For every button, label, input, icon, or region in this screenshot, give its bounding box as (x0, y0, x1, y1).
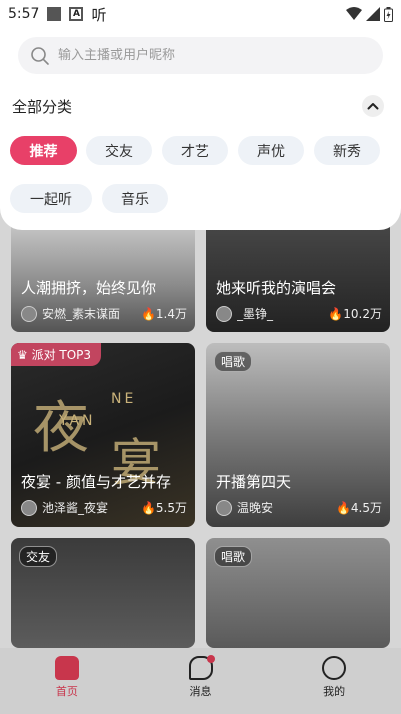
host-name: 池泽酱_夜宴 (42, 501, 109, 515)
host-name: 安燃_素末谋面 (42, 307, 121, 321)
avatar (216, 499, 232, 516)
unread-badge (206, 655, 215, 663)
avatar (21, 305, 37, 322)
card-meta: 池泽酱_夜宴 🔥5.5万 (21, 499, 187, 516)
status-right-icons (346, 6, 393, 22)
category-chip-friends[interactable]: 交友 (86, 136, 152, 165)
cover-art-yan-en: YAN (59, 413, 96, 429)
category-chip-talent[interactable]: 才艺 (162, 136, 228, 165)
status-time: 5:57 (8, 6, 40, 22)
card-meta: _墨铮_ 🔥10.2万 (216, 305, 382, 322)
battery-icon (384, 6, 393, 22)
listen-app-icon: 听 (91, 5, 107, 24)
rank-badge: ♛ 派对 TOP3 (11, 343, 102, 366)
heat-count: 🔥4.5万 (335, 501, 382, 515)
wifi-icon (346, 7, 362, 20)
live-card[interactable]: 交友 (11, 538, 195, 648)
avatar (216, 305, 232, 322)
collapse-button[interactable] (362, 95, 384, 117)
live-card[interactable]: 唱歌 (206, 538, 390, 648)
nav-me[interactable]: 我的 (267, 648, 401, 714)
home-icon (54, 656, 79, 680)
card-meta: 温晚安 🔥4.5万 (216, 499, 382, 516)
heat-value: 10.2万 (343, 307, 382, 321)
heat-value: 5.5万 (155, 501, 187, 515)
host-name: _墨铮_ (237, 307, 274, 321)
cover-art-ne: NE (111, 391, 137, 407)
heat-value: 1.4万 (155, 307, 187, 321)
bottom-nav: 首页 消息 我的 (0, 648, 401, 714)
category-chip-newcomer[interactable]: 新秀 (314, 136, 380, 165)
nav-label: 我的 (323, 685, 346, 698)
category-chip-listen-together[interactable]: 一起听 (10, 184, 92, 213)
chevron-up-icon (367, 103, 379, 110)
category-chip-voice[interactable]: 声优 (238, 136, 304, 165)
live-card[interactable]: 她来听我的演唱会 _墨铮_ 🔥10.2万 (206, 215, 390, 332)
heat-count: 🔥10.2万 (328, 307, 382, 321)
notification-square-icon (47, 7, 62, 21)
host-name: 温晚安 (237, 501, 274, 515)
message-icon (188, 655, 215, 680)
smile-face-icon (322, 656, 347, 680)
nav-messages[interactable]: 消息 (134, 648, 268, 714)
nav-label: 消息 (189, 685, 212, 698)
card-title: 夜宴 - 颜值与才艺并存 (21, 473, 171, 491)
signal-icon (366, 7, 380, 21)
app-a-icon: A (69, 7, 84, 21)
category-tag: 唱歌 (214, 351, 253, 372)
avatar (21, 499, 37, 516)
category-tag: 唱歌 (214, 546, 253, 567)
search-bar[interactable] (18, 37, 383, 74)
card-title: 她来听我的演唱会 (216, 279, 337, 297)
nav-home[interactable]: 首页 (0, 648, 134, 714)
heat-value: 4.5万 (350, 501, 382, 515)
card-meta: 安燃_素末谋面 🔥1.4万 (21, 305, 187, 322)
search-icon (31, 46, 49, 65)
rank-badge-label: 派对 TOP3 (31, 348, 92, 362)
card-title: 开播第四天 (216, 473, 292, 491)
nav-label: 首页 (55, 685, 78, 698)
category-tag: 交友 (19, 546, 58, 567)
category-panel: 全部分类 推荐 交友 才艺 声优 新秀 一起听 音乐 (0, 28, 401, 230)
live-card[interactable]: 唱歌 开播第四天 温晚安 🔥4.5万 (206, 343, 390, 527)
heat-count: 🔥1.4万 (140, 307, 187, 321)
category-chip-music[interactable]: 音乐 (102, 184, 168, 213)
category-chip-recommend[interactable]: 推荐 (10, 136, 77, 165)
search-input[interactable] (58, 48, 358, 63)
card-title: 人潮拥挤，始终见你 (21, 279, 157, 297)
live-card[interactable]: 夜 NE YAN 宴 ♛ 派对 TOP3 夜宴 - 颜值与才艺并存 池泽酱_夜宴… (11, 343, 195, 527)
live-card[interactable]: 人潮拥挤，始终见你 安燃_素末谋面 🔥1.4万 (11, 215, 195, 332)
heat-count: 🔥5.5万 (140, 501, 187, 515)
all-categories-heading: 全部分类 (12, 98, 73, 116)
status-bar: 5:57 A 听 (0, 0, 401, 28)
